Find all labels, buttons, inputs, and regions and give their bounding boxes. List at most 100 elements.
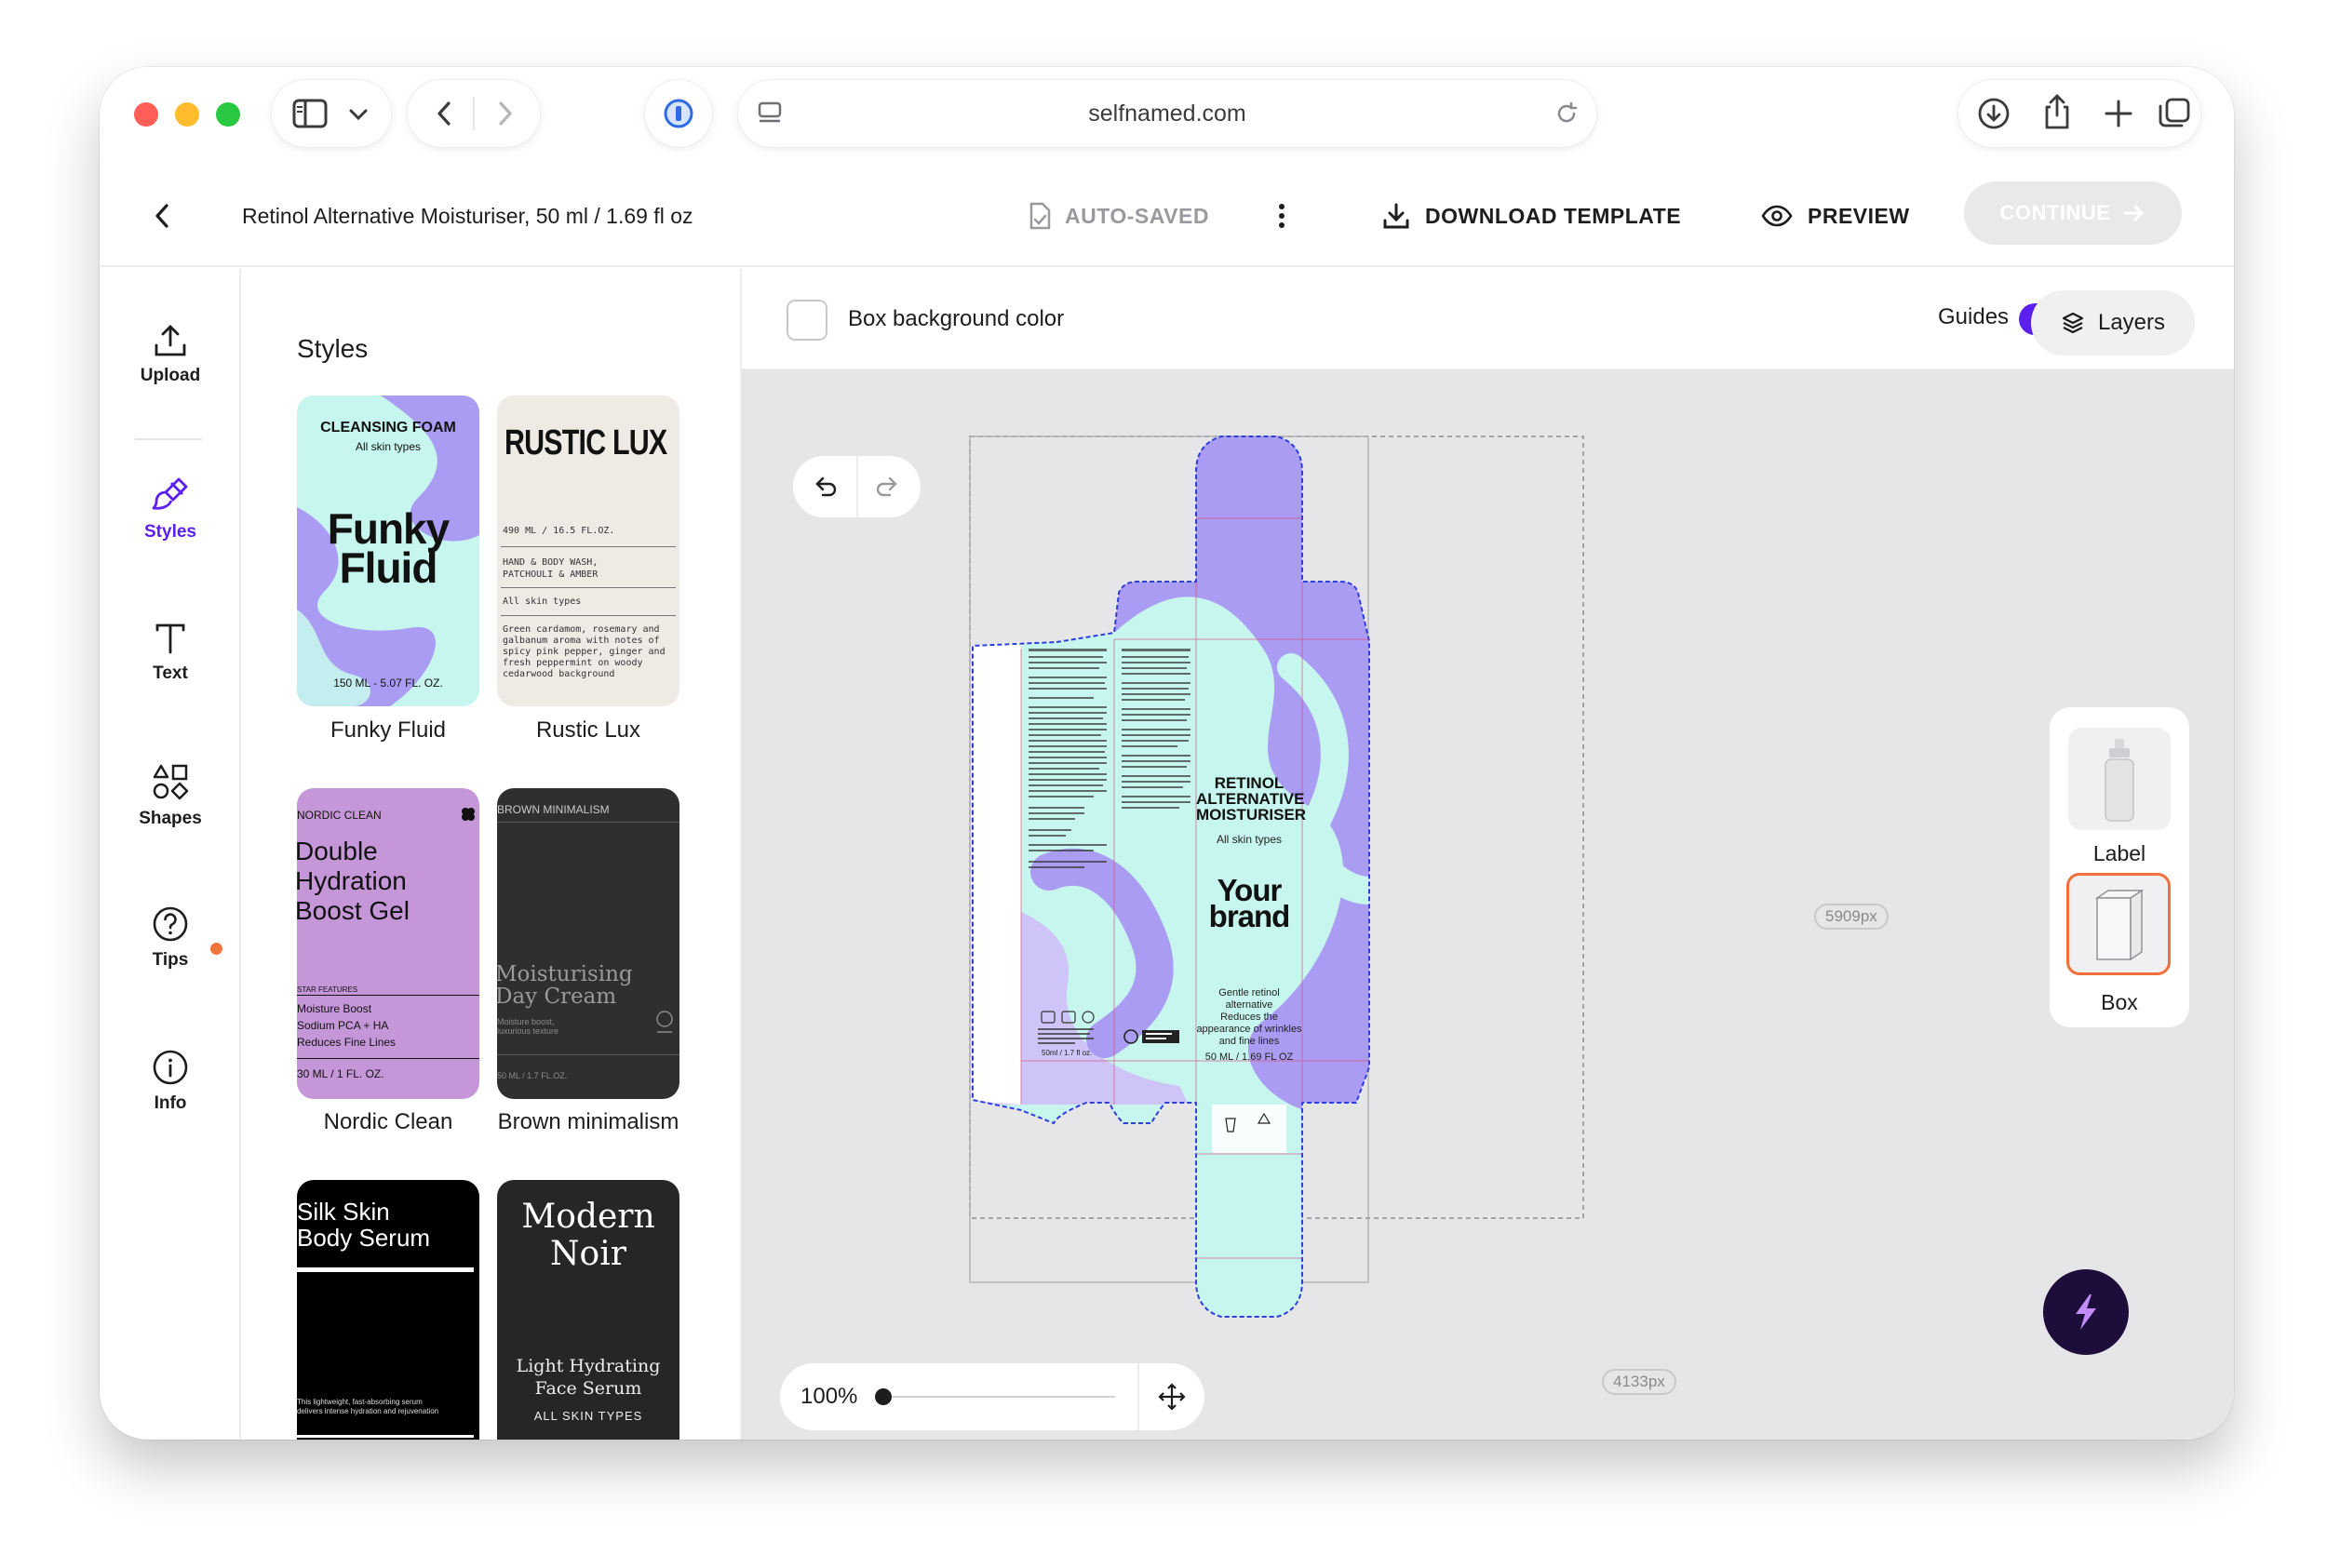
box-claim-5: and fine lines <box>1218 1036 1280 1047</box>
download-template-button[interactable]: DOWNLOAD TEMPLATE <box>1382 165 1681 267</box>
tool-rail: Upload Styles Text Shapes Tips Info <box>100 269 241 1440</box>
nordic-card-title3: Boost Gel <box>297 896 410 925</box>
reload-icon[interactable] <box>1554 101 1580 127</box>
zoom-slider-track[interactable] <box>881 1396 1115 1398</box>
rail-item-shapes[interactable]: Shapes <box>100 762 241 829</box>
funky-card-sub: All skin types <box>355 440 422 453</box>
share-icon[interactable] <box>2042 93 2072 130</box>
rail-item-tips[interactable]: Tips <box>100 905 241 971</box>
back-arrow-icon[interactable] <box>152 202 172 230</box>
layers-icon <box>2062 312 2084 334</box>
rail-separator <box>135 438 202 440</box>
nordic-card-feat1: Moisture Boost <box>297 1002 372 1015</box>
nordic-card-top: NORDIC CLEAN <box>297 809 382 822</box>
style-card-funky-fluid[interactable]: CLEANSING FOAM All skin types Funky Flui… <box>297 395 479 706</box>
organic-badge-icon <box>656 1011 673 1033</box>
app-header: Retinol Alternative Moisturiser, 50 ml /… <box>100 165 2234 267</box>
rail-label-info: Info <box>154 1093 187 1113</box>
nordic-divider <box>297 1058 479 1059</box>
brown-card-title1: Moisturising <box>497 962 633 986</box>
shapes-icon <box>153 764 189 800</box>
height-dimension-label: 5909px <box>1814 904 1889 930</box>
nordic-card-foot: 30 ML / 1 FL. OZ. <box>297 1067 384 1080</box>
funky-card-title: Funky Fluid <box>327 504 450 592</box>
box-size-label: 50 ML / 1.69 FL OZ <box>1204 1052 1294 1063</box>
address-bar[interactable]: selfnamed.com <box>738 80 1596 147</box>
silk-divider <box>297 1435 474 1438</box>
eye-icon <box>1761 205 1793 227</box>
new-tab-icon[interactable] <box>2104 99 2133 128</box>
preview-button[interactable]: PREVIEW <box>1761 165 1910 267</box>
style-card-nordic-clean[interactable]: NORDIC CLEAN Double Hydration Boost Gel … <box>297 788 479 1099</box>
styles-panel-title: Styles <box>297 334 369 363</box>
product-title: Retinol Alternative Moisturiser, 50 ml /… <box>242 203 693 228</box>
box-claims: Gentle retinol alternative Reduces the a… <box>1187 987 1311 1048</box>
style-label-rustic-lux: Rustic Lux <box>535 717 641 743</box>
brown-divider <box>497 1054 679 1055</box>
download-icon <box>1383 203 1409 229</box>
brush-icon <box>152 477 188 510</box>
rustic-divider <box>501 587 676 588</box>
design-canvas[interactable]: RETINOL ALTERNATIVE MOISTURISER All skin… <box>742 369 2234 1440</box>
box-skin-type: All skin types <box>1216 833 1283 846</box>
box-mini-size: 50ml / 1.7 fl oz. <box>1042 1049 1093 1057</box>
rail-item-upload[interactable]: Upload <box>100 323 241 386</box>
layers-label: Layers <box>2097 310 2166 335</box>
box-brand-line2: brand <box>1208 899 1291 933</box>
browser-window: selfnamed.com Retinol Alternative Moistu… <box>100 67 2234 1440</box>
box-title-line1: RETINOL <box>1214 774 1285 792</box>
style-card-rustic-lux[interactable]: RUSTIC LUX 490 ML / 16.5 FL.OZ. HAND & B… <box>497 395 679 706</box>
download-template-label: DOWNLOAD TEMPLATE <box>1425 203 1682 228</box>
assistant-chat-button[interactable] <box>2043 1269 2129 1355</box>
box-claim-1: Gentle retinol <box>1218 987 1280 998</box>
tab-overview-icon[interactable] <box>2158 97 2191 130</box>
rustic-card-type: All skin types <box>503 596 582 607</box>
rail-label-styles: Styles <box>144 522 196 542</box>
layers-button[interactable]: Layers <box>2031 290 2195 355</box>
forward-icon[interactable] <box>497 101 514 127</box>
packaging-type-panel: Label Box <box>2050 707 2189 1027</box>
maximize-window-button[interactable] <box>216 102 240 127</box>
style-card-silk-skin[interactable]: Silk Skin Body Serum This lightweight, f… <box>297 1180 479 1440</box>
zoom-slider-handle[interactable] <box>875 1388 892 1405</box>
box-title-line3: MOISTURISER <box>1196 806 1307 824</box>
move-icon[interactable] <box>1157 1382 1187 1412</box>
nordic-card-feat2: Sodium PCA + HA <box>297 1019 389 1032</box>
style-card-modern-noir[interactable]: Modern Noir Light Hydrating Face Serum A… <box>497 1180 679 1440</box>
style-card-brown-minimalism[interactable]: BROWN MINIMALISM Moisturising Day Cream … <box>497 788 679 1099</box>
brown-divider <box>497 822 679 823</box>
download-icon[interactable] <box>1977 97 2011 130</box>
rail-item-text[interactable]: Text <box>100 621 241 684</box>
more-options-icon[interactable] <box>1278 202 1285 230</box>
continue-button[interactable]: CONTINUE <box>1964 181 2182 245</box>
history-nav-group <box>408 80 540 147</box>
back-icon[interactable] <box>436 101 452 127</box>
box-title-line2: ALTERNATIVE <box>1196 790 1305 808</box>
nordic-card-feat-head: STAR FEATURES <box>297 985 358 994</box>
box-bg-color-swatch[interactable] <box>787 300 827 341</box>
box-option[interactable] <box>2066 873 2171 975</box>
url-text: selfnamed.com <box>1088 100 1246 127</box>
rail-item-info[interactable]: Info <box>100 1049 241 1114</box>
rustic-divider <box>501 546 676 547</box>
width-dimension-label: 4133px <box>1602 1369 1676 1395</box>
style-label-funky-fluid: Funky Fluid <box>330 717 447 743</box>
rail-item-styles[interactable]: Styles <box>100 476 241 543</box>
chevron-down-icon[interactable] <box>348 108 369 121</box>
password-manager-icon <box>664 99 693 128</box>
sidebar-toggle-group[interactable] <box>272 80 391 147</box>
upload-icon <box>155 325 186 356</box>
funky-card-foot: 150 ML - 5.07 FL. OZ. <box>333 677 443 690</box>
sidebar-icon[interactable] <box>292 99 328 128</box>
saved-document-icon <box>1029 202 1051 230</box>
label-option[interactable] <box>2068 728 2171 830</box>
password-extension-button[interactable] <box>645 80 712 147</box>
continue-label: CONTINUE <box>1999 201 2111 224</box>
question-icon <box>153 906 188 942</box>
style-label-nordic-clean: Nordic Clean <box>323 1109 453 1134</box>
noir-card-type: ALL SKIN TYPES <box>533 1409 643 1423</box>
silk-card-desc1: This lightweight, fast-absorbing serum <box>297 1398 423 1406</box>
minimize-window-button[interactable] <box>175 102 199 127</box>
close-window-button[interactable] <box>134 102 158 127</box>
box-option-label: Box <box>2101 990 2138 1014</box>
